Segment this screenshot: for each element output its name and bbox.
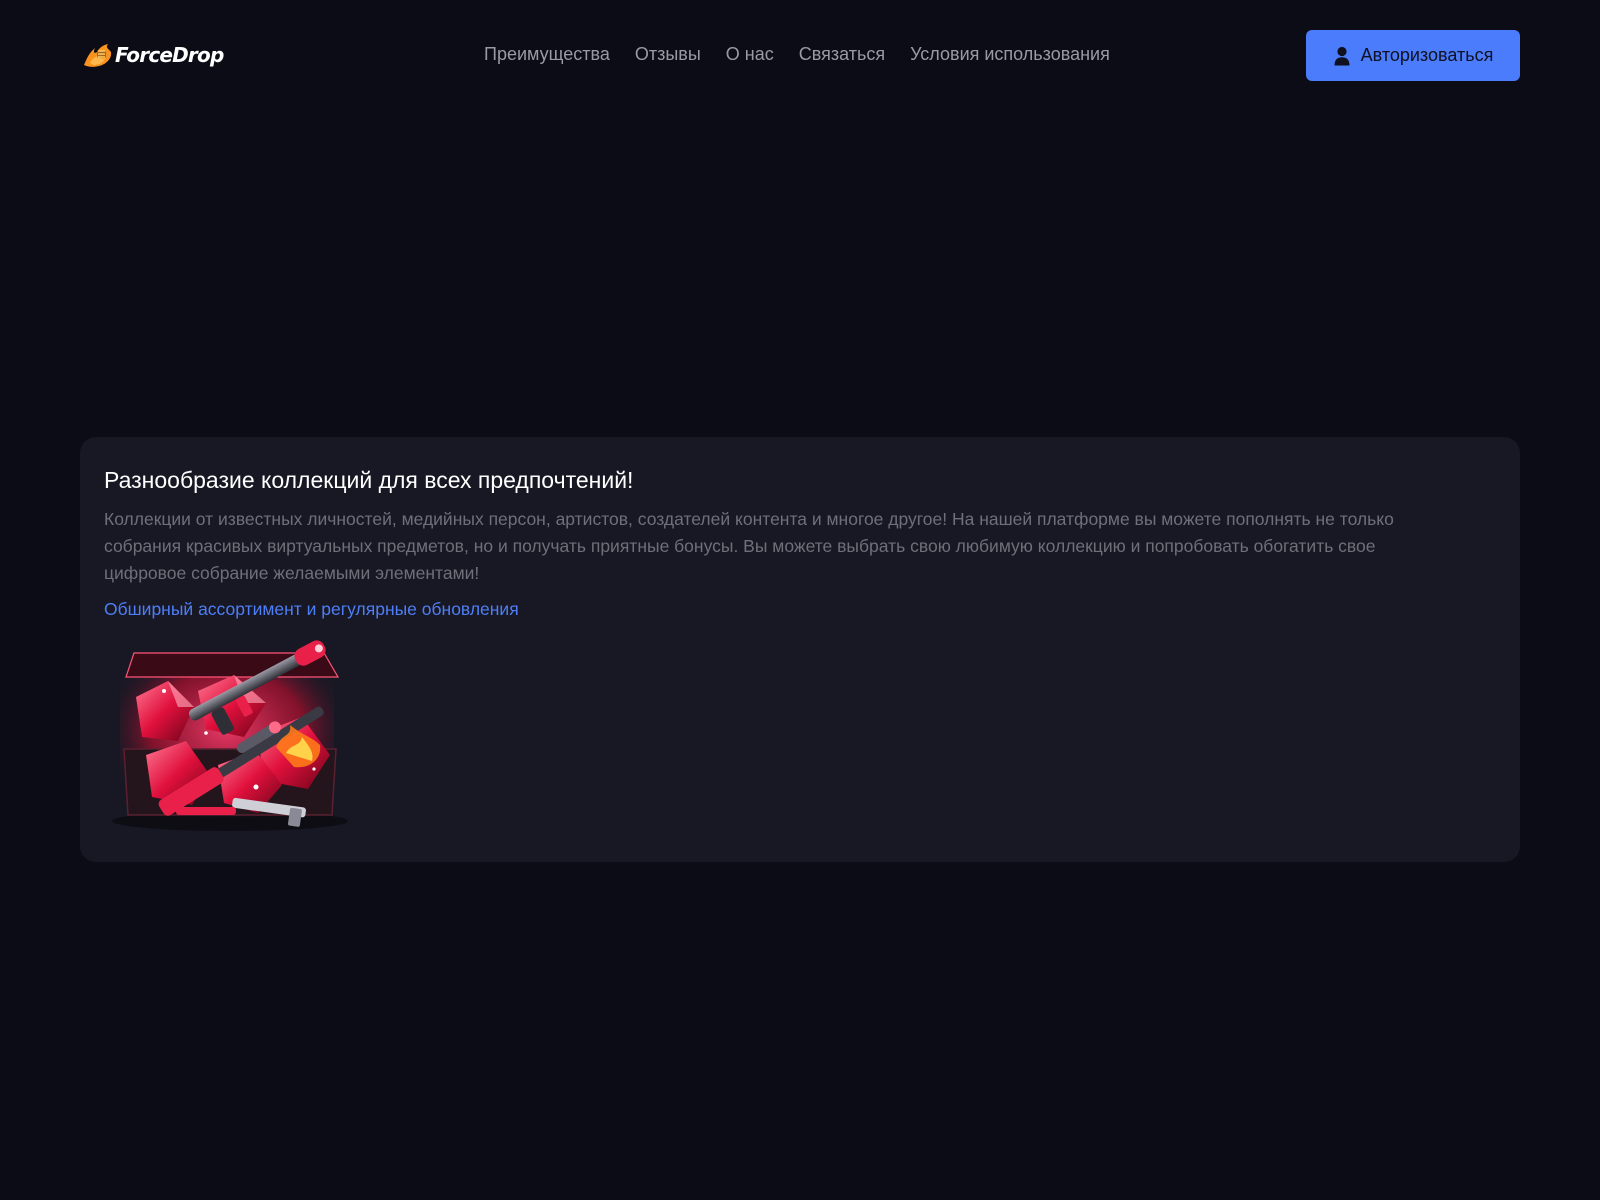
nav-link-contact[interactable]: Связаться xyxy=(799,44,885,65)
login-button-label: Авторизоваться xyxy=(1360,45,1494,65)
logo-text: ForceDrop xyxy=(115,43,224,67)
nav-link-reviews[interactable]: Отзывы xyxy=(635,44,701,65)
card-title: Разнообразие коллекций для всех предпочт… xyxy=(104,467,634,493)
card-description: Коллекции от известных личностей, медийн… xyxy=(104,509,1394,583)
nav-link-advantages[interactable]: Преимущества xyxy=(484,44,610,65)
card-link[interactable]: Обширный ассортимент и регулярные обновл… xyxy=(104,597,519,621)
user-icon xyxy=(1333,46,1351,66)
ruby-weapon-case-image xyxy=(106,637,354,833)
login-button[interactable]: Авторизоваться xyxy=(1306,30,1520,81)
site-header: ForceDrop Преимущества Отзывы О нас Связ… xyxy=(0,0,1600,110)
nav-link-about[interactable]: О нас xyxy=(726,44,774,65)
main-nav: Преимущества Отзывы О нас Связаться Усло… xyxy=(484,42,1110,66)
collections-card: Разнообразие коллекций для всех предпочт… xyxy=(80,437,1520,862)
site-logo[interactable]: ForceDrop xyxy=(80,39,224,71)
flame-fist-icon xyxy=(80,39,114,71)
nav-link-terms[interactable]: Условия использования xyxy=(910,44,1110,65)
